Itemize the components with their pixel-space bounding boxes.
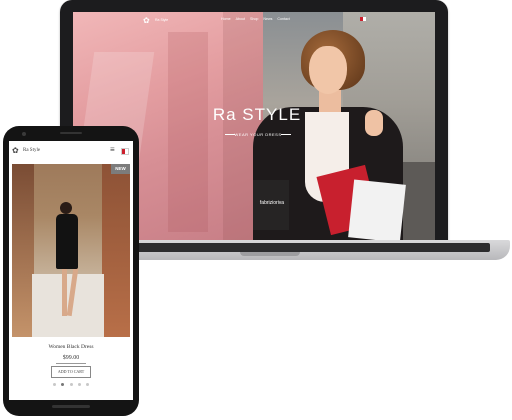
nav-link-shop[interactable]: Shop (250, 17, 258, 21)
model-hair (60, 202, 72, 214)
hero-decor (168, 32, 208, 232)
hero-title: Ra STYLE (212, 105, 302, 124)
hero-bag-white (348, 179, 406, 240)
site-navbar: ✿ Ra Style Home About Shop News Contact (73, 12, 435, 28)
hero-model-face (309, 46, 347, 94)
mobile-logo-text[interactable]: Ra Style (23, 148, 40, 153)
product-image[interactable] (12, 164, 130, 337)
divider (56, 363, 86, 364)
new-badge: NEW (111, 164, 130, 174)
model-dress (56, 214, 78, 269)
carousel-dot[interactable] (77, 383, 81, 386)
product-title[interactable]: Women Black Dress (9, 344, 133, 350)
photo-wall-left (12, 164, 34, 337)
nav-link-about[interactable]: About (236, 17, 245, 21)
photo-wall-right (102, 164, 130, 337)
carousel-dot[interactable] (69, 383, 73, 386)
product-price: $99.00 (62, 355, 80, 361)
camera-icon (22, 132, 26, 136)
phone-home-bar (52, 405, 90, 408)
menu-icon[interactable]: ≡ (110, 146, 115, 154)
divider (281, 134, 291, 135)
hero-model-hand (365, 110, 383, 136)
bag-brand-text: fabrizioriva (259, 200, 285, 206)
model-leg (62, 268, 67, 316)
flag-icon[interactable] (360, 17, 366, 21)
nav-links: Home About Shop News Contact (221, 17, 290, 21)
nav-link-contact[interactable]: Contact (277, 17, 289, 21)
carousel-dot[interactable] (61, 383, 65, 386)
nav-link-home[interactable]: Home (221, 17, 231, 21)
carousel-dot[interactable] (86, 383, 89, 386)
mobile-header: ✿ Ra Style ≡ (9, 141, 133, 159)
logo-icon[interactable]: ✿ (143, 16, 152, 25)
carousel-dots (53, 383, 89, 386)
add-to-cart-button[interactable]: ADD TO CART (51, 366, 91, 378)
laptop-trackpad-notch (240, 252, 300, 256)
site-logo-text[interactable]: Ra Style (155, 18, 168, 22)
nav-link-news[interactable]: News (263, 17, 272, 21)
carousel-dot[interactable] (53, 383, 56, 386)
flag-icon[interactable] (121, 148, 129, 155)
phone-screen: ✿ Ra Style ≡ NEW Women Black Dress $99.0… (9, 141, 133, 400)
logo-icon[interactable]: ✿ (12, 146, 19, 155)
phone-speaker (60, 132, 82, 134)
